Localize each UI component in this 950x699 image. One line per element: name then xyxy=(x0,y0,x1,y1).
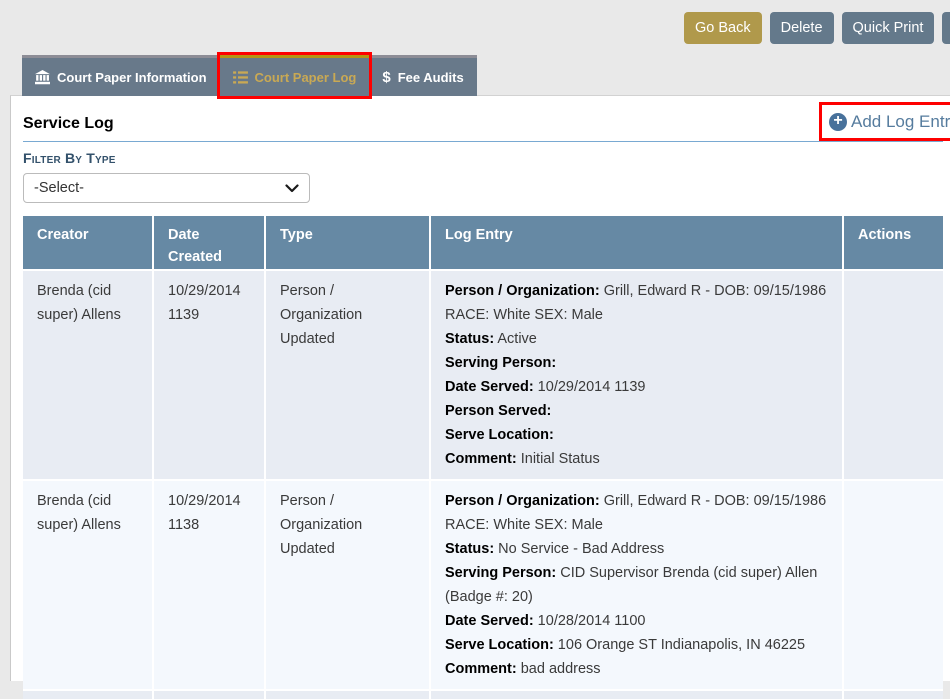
tab-label: Fee Audits xyxy=(398,70,464,85)
dollar-icon: $ xyxy=(382,69,390,86)
log-entry-line: Status: No Service - Bad Address xyxy=(445,537,828,561)
log-entry-line: Serving Person: xyxy=(445,351,828,375)
log-entry-line: Serve Location: 106 Orange ST Indianapol… xyxy=(445,633,828,657)
log-entry-line: Serve Location: xyxy=(445,423,828,447)
log-entry-line: Serving Person: CID Supervisor Brenda (c… xyxy=(445,561,828,609)
log-entry-line: Date Served: 10/28/2014 1100 xyxy=(445,609,828,633)
table-row: Brenda (cid super) Allens10/29/2014 1139… xyxy=(23,269,943,479)
type-cell: Person / Organization Updated xyxy=(266,271,431,479)
filter-by-type-label: Filter By Type xyxy=(23,150,116,166)
empty-cell xyxy=(23,691,154,699)
actions-cell xyxy=(844,481,943,689)
column-header-actions: Actions xyxy=(844,216,943,269)
type-cell: Person / Organization Updated xyxy=(266,481,431,689)
title-divider xyxy=(23,141,943,142)
date-created-cell: 10/29/2014 1138 xyxy=(154,481,266,689)
table-header-row: CreatorDate CreatedTypeLog EntryActions xyxy=(23,216,943,269)
empty-cell xyxy=(154,691,266,699)
tab-court-paper-information[interactable]: Court Paper Information xyxy=(22,55,220,96)
annotation-box-add-log-entry: Add Log Entry xyxy=(819,102,950,141)
date-created-cell: 10/29/2014 1139 xyxy=(154,271,266,479)
log-entry-line: Person Served: xyxy=(445,399,828,423)
empty-cell xyxy=(431,691,844,699)
table-row: Brenda (cid super) Allens10/29/2014 1138… xyxy=(23,479,943,689)
delete-button[interactable]: Delete xyxy=(770,12,834,44)
log-entry-line: Person / Organization: Grill, Edward R -… xyxy=(445,279,828,327)
add-log-entry-button[interactable]: Add Log Entry xyxy=(829,112,950,132)
creator-cell: Brenda (cid super) Allens xyxy=(23,271,154,479)
column-header-log-entry: Log Entry xyxy=(431,216,844,269)
tab-label: Court Paper Information xyxy=(57,70,207,85)
plus-circle-icon xyxy=(829,113,847,131)
print-button[interactable]: Print xyxy=(942,12,950,44)
list-icon xyxy=(233,71,248,84)
bank-icon xyxy=(35,70,50,85)
log-entry-line: Comment: Initial Status xyxy=(445,447,828,471)
log-entry-cell: Person / Organization: Grill, Edward R -… xyxy=(431,271,844,479)
log-entry-line: Status: Active xyxy=(445,327,828,351)
table-body: Brenda (cid super) Allens10/29/2014 1139… xyxy=(23,269,943,699)
add-log-entry-label: Add Log Entry xyxy=(851,112,950,132)
empty-cell xyxy=(844,691,943,699)
creator-cell: Brenda (cid super) Allens xyxy=(23,481,154,689)
tab-bar: Court Paper Information Court Paper Log $ F… xyxy=(22,55,477,96)
tab-court-paper-log[interactable]: Court Paper Log xyxy=(220,55,370,96)
page-title: Service Log xyxy=(23,115,114,133)
quick-print-button[interactable]: Quick Print xyxy=(842,12,935,44)
content-panel: Service Log Add Log Entry Filter By Type… xyxy=(10,95,950,681)
column-header-type: Type xyxy=(266,216,431,269)
action-button-bar: Go BackDeleteQuick Print Print xyxy=(684,12,950,44)
filter-type-select-value: -Select- xyxy=(34,180,285,196)
actions-cell xyxy=(844,271,943,479)
empty-cell xyxy=(266,691,431,699)
log-entry-line: Person / Organization: Grill, Edward R -… xyxy=(445,489,828,537)
log-entry-line: Comment: bad address xyxy=(445,657,828,681)
table-row-partial xyxy=(23,689,943,699)
tab-fee-audits[interactable]: $ Fee Audits xyxy=(369,55,476,96)
column-header-date-created: Date Created xyxy=(154,216,266,269)
go-back-button[interactable]: Go Back xyxy=(684,12,762,44)
chevron-down-icon xyxy=(285,184,299,193)
tab-label: Court Paper Log xyxy=(255,70,357,85)
log-entry-line: Date Served: 10/29/2014 1139 xyxy=(445,375,828,399)
column-header-creator: Creator xyxy=(23,216,154,269)
log-entry-cell: Person / Organization: Grill, Edward R -… xyxy=(431,481,844,689)
service-log-table: CreatorDate CreatedTypeLog EntryActions … xyxy=(23,216,943,699)
filter-type-select[interactable]: -Select- xyxy=(23,173,310,203)
